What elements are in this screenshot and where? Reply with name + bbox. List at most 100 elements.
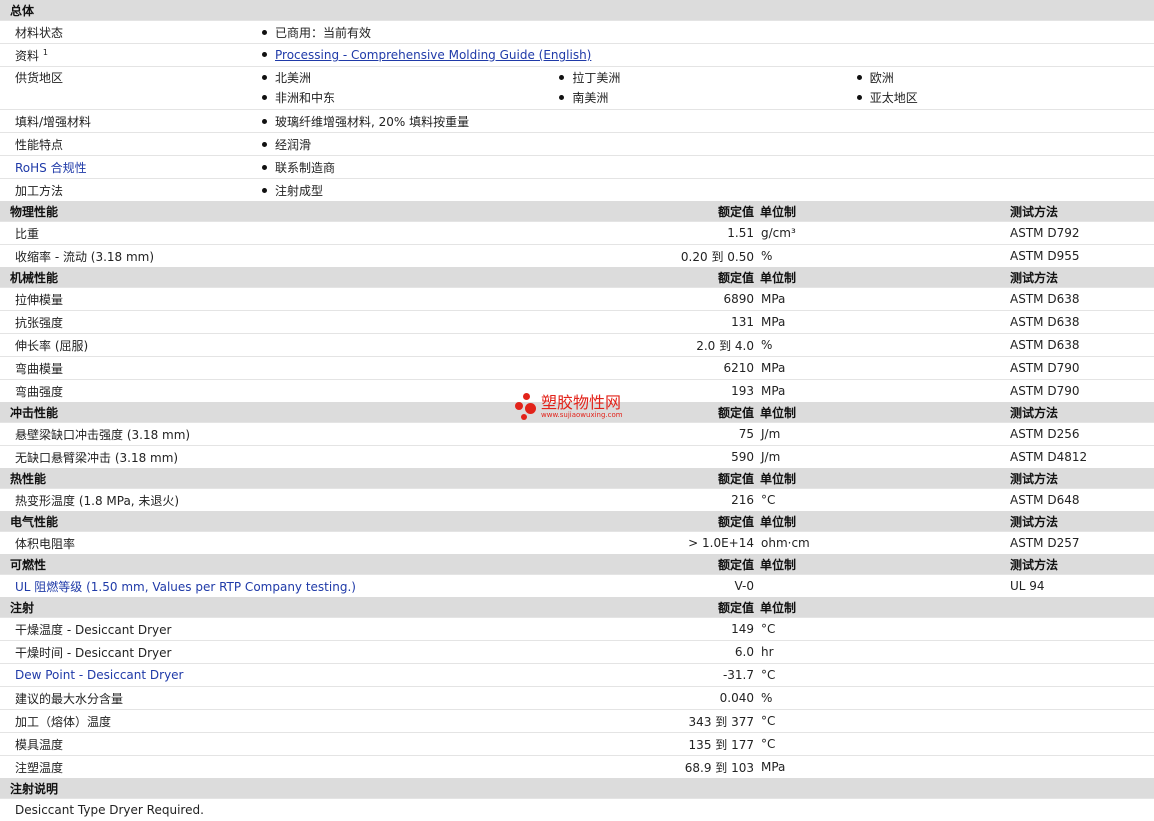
property-label: Dew Point - Desiccant Dryer [0, 664, 592, 687]
property-label: 伸长率 (屈服) [0, 334, 592, 357]
table-row: UL 阻燃等级 (1.50 mm, Values per RTP Company… [0, 575, 1154, 598]
bullet-icon [559, 75, 564, 80]
general-row-status: 材料状态 已商用：当前有效 [0, 21, 1154, 44]
row-value: 已商用：当前有效 [275, 26, 371, 40]
row-label: 材料状态 [0, 21, 258, 44]
col-header-unit: 单位制 [760, 597, 1010, 618]
bullet-icon [262, 119, 267, 124]
col-header-unit: 单位制 [760, 267, 1010, 288]
property-value: 75 [592, 423, 760, 446]
section-title-injection: 注射 [0, 597, 592, 618]
property-label: 体积电阻率 [0, 532, 592, 555]
section-header-electrical: 电气性能 额定值 单位制 测试方法 [0, 511, 1154, 532]
bullet-icon [857, 75, 862, 80]
property-value: 216 [592, 489, 760, 512]
bullet-icon [262, 75, 267, 80]
general-row-docs: 资料 1 Processing - Comprehensive Molding … [0, 44, 1154, 67]
footnote-mark: 1 [43, 48, 48, 57]
property-label: 建议的最大水分含量 [0, 687, 592, 710]
region-item: 非洲和中东 [275, 91, 335, 105]
section-title-impact: 冲击性能 [0, 402, 592, 423]
property-unit: hr [760, 641, 1010, 664]
injection-notes-row: Desiccant Type Dryer Required. [0, 799, 1154, 821]
property-unit: °C [760, 618, 1010, 641]
watermark-logo: 塑胶物性网 www.sujiaowuxing.com [515, 393, 623, 421]
region-item: 欧洲 [870, 71, 894, 85]
bullet-icon [262, 165, 267, 170]
property-unit: MPa [760, 380, 1010, 403]
test-method: ASTM D638 [1010, 334, 1154, 357]
property-value: 149 [592, 618, 760, 641]
col-header-method: 测试方法 [1010, 201, 1154, 222]
property-value: 135 到 177 [592, 733, 760, 756]
processing-guide-link[interactable]: Processing - Comprehensive Molding Guide… [275, 48, 591, 62]
row-label: 填料/增强材料 [0, 110, 258, 133]
property-value: 0.040 [592, 687, 760, 710]
col-header-method: 测试方法 [1010, 511, 1154, 532]
section-header-injection-notes: 注射说明 [0, 778, 1154, 799]
table-row: 比重 1.51 g/cm³ ASTM D792 [0, 222, 1154, 245]
property-label: 模具温度 [0, 733, 592, 756]
property-unit: ohm·cm [760, 532, 1010, 555]
property-value: 131 [592, 311, 760, 334]
table-row: 抗张强度 131 MPa ASTM D638 [0, 311, 1154, 334]
bullet-icon [262, 30, 267, 35]
property-label: 弯曲模量 [0, 357, 592, 380]
property-value: > 1.0E+14 [592, 532, 760, 555]
general-row-regions: 供货地区 北美洲 拉丁美洲 欧洲 非洲和中东 南美洲 亚太地区 [0, 67, 1154, 110]
col-header-unit: 单位制 [760, 554, 1010, 575]
table-row: 干燥温度 - Desiccant Dryer 149 °C [0, 618, 1154, 641]
table-row: 模具温度 135 到 177 °C [0, 733, 1154, 756]
property-value: 590 [592, 446, 760, 469]
col-header-unit: 单位制 [760, 402, 1010, 423]
table-row: 注塑温度 68.9 到 103 MPa [0, 756, 1154, 779]
injection-notes-text: Desiccant Type Dryer Required. [0, 799, 1154, 821]
property-value: 0.20 到 0.50 [592, 245, 760, 268]
table-row: Dew Point - Desiccant Dryer -31.7 °C [0, 664, 1154, 687]
bullet-icon [857, 95, 862, 100]
test-method: ASTM D955 [1010, 245, 1154, 268]
table-row: 干燥时间 - Desiccant Dryer 6.0 hr [0, 641, 1154, 664]
row-label: 供货地区 [0, 67, 258, 110]
test-method: ASTM D790 [1010, 357, 1154, 380]
section-title-injection-notes: 注射说明 [0, 778, 1154, 799]
regions-line-1: 北美洲 拉丁美洲 欧洲 [262, 68, 1154, 88]
property-label: 抗张强度 [0, 311, 592, 334]
col-header-unit: 单位制 [760, 201, 1010, 222]
row-value: 联系制造商 [275, 161, 335, 175]
bullet-icon [262, 142, 267, 147]
table-row: 拉伸模量 6890 MPa ASTM D638 [0, 288, 1154, 311]
table-row: 热变形温度 (1.8 MPa, 未退火) 216 °C ASTM D648 [0, 489, 1154, 512]
section-title-flammability: 可燃性 [0, 554, 592, 575]
section-header-mechanical: 机械性能 额定值 单位制 测试方法 [0, 267, 1154, 288]
table-row: 加工（熔体）温度 343 到 377 °C [0, 710, 1154, 733]
table-row: 伸长率 (屈服) 2.0 到 4.0 % ASTM D638 [0, 334, 1154, 357]
region-item: 南美洲 [572, 91, 608, 105]
col-header-unit: 单位制 [760, 468, 1010, 489]
section-header-injection: 注射 额定值 单位制 [0, 597, 1154, 618]
test-method: ASTM D790 [1010, 380, 1154, 403]
section-header-general: 总体 [0, 0, 1154, 21]
property-unit [760, 575, 1010, 598]
property-unit: MPa [760, 357, 1010, 380]
row-value: 经润滑 [275, 138, 311, 152]
section-header-thermal: 热性能 额定值 单位制 测试方法 [0, 468, 1154, 489]
general-row-rohs: RoHS 合规性 联系制造商 [0, 156, 1154, 179]
property-label: 干燥温度 - Desiccant Dryer [0, 618, 592, 641]
property-value: 343 到 377 [592, 710, 760, 733]
region-item: 亚太地区 [870, 91, 918, 105]
table-row: 收缩率 - 流动 (3.18 mm) 0.20 到 0.50 % ASTM D9… [0, 245, 1154, 268]
property-unit: °C [760, 489, 1010, 512]
col-header-nominal: 额定值 [592, 554, 760, 575]
property-value: 2.0 到 4.0 [592, 334, 760, 357]
property-value: 6210 [592, 357, 760, 380]
watermark-url: www.sujiaowuxing.com [541, 411, 623, 419]
section-title-mechanical: 机械性能 [0, 267, 592, 288]
property-value: V-0 [592, 575, 760, 598]
test-method: ASTM D4812 [1010, 446, 1154, 469]
row-label: 加工方法 [0, 179, 258, 202]
property-value: 1.51 [592, 222, 760, 245]
property-value: 6.0 [592, 641, 760, 664]
property-unit: % [760, 334, 1010, 357]
col-header-nominal: 额定值 [592, 468, 760, 489]
